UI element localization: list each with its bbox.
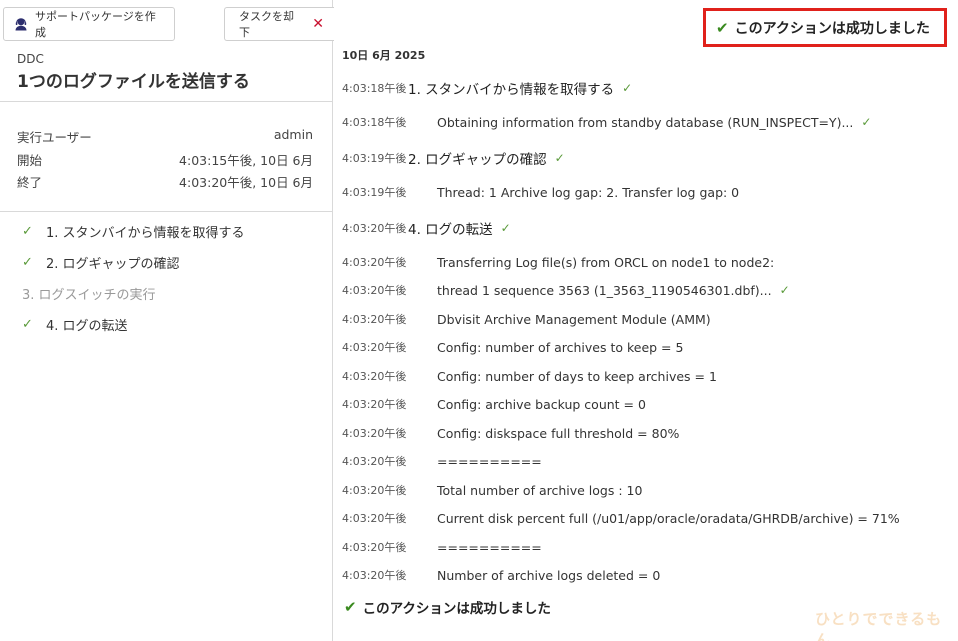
check-icon: ✓: [22, 255, 33, 270]
log-timestamp: 4:03:20午後: [342, 484, 407, 497]
log-line: 4:03:20午後 Config: archive backup count = …: [342, 396, 646, 412]
task-log-panel: ✔ このアクションは成功しました 10日 6月 2025 4:03:18午後 1.…: [334, 0, 958, 641]
log-timestamp: 4:03:20午後: [342, 427, 407, 440]
close-icon: ✕: [312, 16, 324, 32]
log-timestamp: 4:03:20午後: [342, 284, 407, 297]
meta-user-value: admin: [273, 127, 313, 142]
log-line: 4:03:20午後 Transferring Log file(s) from O…: [342, 254, 774, 270]
log-line: 4:03:20午後 Config: diskspace full threshol…: [342, 425, 679, 441]
log-timestamp: 4:03:20午後: [342, 512, 407, 525]
log-timestamp: 4:03:20午後: [342, 370, 407, 383]
log-line: 4:03:20午後 Current disk percent full (/u01…: [342, 510, 900, 526]
log-line: 4:03:20午後 ==========: [342, 453, 542, 469]
log-line: 4:03:20午後 Number of archive logs deleted …: [342, 567, 660, 583]
meta-end-value: 4:03:20午後, 10日 6月: [179, 175, 313, 190]
log-message: 2. ログギャップの確認: [408, 152, 547, 168]
log-line: 4:03:20午後 ==========: [342, 539, 542, 555]
success-banner: ✔ このアクションは成功しました: [703, 8, 947, 47]
meta-start-row: 開始 4:03:15午後, 10日 6月: [17, 150, 313, 169]
log-message: Config: number of archives to keep = 5: [437, 339, 684, 355]
log-line: 4:03:18午後 Obtaining information from stan…: [342, 114, 871, 130]
success-message: このアクションは成功しました: [362, 601, 551, 617]
log-message: ==========: [437, 453, 542, 469]
log-line: 4:03:20午後 Total number of archive logs : …: [342, 482, 642, 498]
log-timestamp: 4:03:18午後: [342, 116, 407, 129]
create-support-package-label: サポートパッケージを作成: [35, 10, 156, 39]
log-message: Total number of archive logs : 10: [437, 482, 643, 498]
meta-user-row: 実行ユーザー admin: [17, 127, 313, 146]
check-icon: ✓: [554, 151, 565, 165]
check-icon: ✓: [500, 221, 511, 235]
log-message: Thread: 1 Archive log gap: 2. Transfer l…: [437, 184, 740, 200]
step-label: 1. スタンバイから情報を取得する: [46, 226, 245, 241]
log-message: Config: diskspace full threshold = 80%: [437, 425, 680, 441]
check-icon: ✔: [716, 18, 729, 37]
step-item: ✓ 1. スタンバイから情報を取得する: [22, 222, 245, 241]
log-message: 1. スタンバイから情報を取得する: [408, 82, 615, 98]
check-icon: ✓: [22, 224, 33, 239]
log-timestamp: 4:03:20午後: [342, 398, 407, 411]
check-icon: ✓: [861, 115, 872, 129]
meta-end-label: 終了: [17, 175, 43, 190]
log-timestamp: 4:03:20午後: [342, 569, 407, 582]
success-message: このアクションは成功しました: [734, 20, 930, 37]
task-org: DDC: [17, 52, 44, 66]
check-icon: ✓: [779, 283, 790, 297]
meta-end-row: 終了 4:03:20午後, 10日 6月: [17, 172, 313, 191]
step-item: ✓ 4. ログの転送: [22, 315, 128, 334]
step-item: 3. ログスイッチの実行: [22, 284, 156, 303]
log-line: 4:03:20午後 Dbvisit Archive Management Modu…: [342, 311, 711, 327]
success-footer: ✔ このアクションは成功しました: [344, 597, 551, 617]
log-line: 4:03:20午後 thread 1 sequence 3563 (1_3563_…: [342, 282, 790, 298]
step-item: ✓ 2. ログギャップの確認: [22, 253, 180, 272]
meta-start-value: 4:03:15午後, 10日 6月: [179, 153, 313, 168]
meta-start-label: 開始: [17, 153, 43, 168]
log-timestamp: 4:03:20午後: [342, 313, 407, 326]
log-message: ==========: [437, 539, 542, 555]
log-message: Number of archive logs deleted = 0: [437, 567, 661, 583]
log-timestamp: 4:03:20午後: [342, 455, 407, 468]
log-message: Config: archive backup count = 0: [437, 396, 646, 412]
check-icon: ✔: [344, 598, 357, 616]
step-label: 3. ログスイッチの実行: [22, 288, 156, 303]
step-label: 2. ログギャップの確認: [46, 257, 180, 272]
divider: [0, 101, 333, 102]
log-step-header: 4:03:19午後 2. ログギャップの確認 ✓: [342, 148, 565, 168]
log-step-header: 4:03:18午後 1. スタンバイから情報を取得する ✓: [342, 78, 632, 98]
check-icon: ✓: [622, 81, 633, 95]
meta-user-label: 実行ユーザー: [17, 130, 92, 145]
log-line: 4:03:20午後 Config: number of archives to k…: [342, 339, 683, 355]
log-message: Dbvisit Archive Management Module (AMM): [437, 311, 711, 327]
log-message: Current disk percent full (/u01/app/orac…: [437, 510, 900, 526]
log-line: 4:03:19午後 Thread: 1 Archive log gap: 2. T…: [342, 184, 739, 200]
log-message: Config: number of days to keep archives …: [437, 368, 717, 384]
log-timestamp: 4:03:20午後: [342, 541, 407, 554]
log-timestamp: 4:03:19午後: [342, 186, 407, 199]
log-date: 10日 6月 2025: [342, 49, 426, 62]
log-step-header: 4:03:20午後 4. ログの転送 ✓: [342, 218, 511, 238]
log-message: thread 1 sequence 3563 (1_3563_119054630…: [437, 282, 772, 298]
task-title: 1つのログファイルを送信する: [17, 72, 250, 92]
create-support-package-button[interactable]: サポートパッケージを作成: [3, 7, 175, 41]
support-agent-icon: [15, 18, 27, 31]
log-line: 4:03:20午後 Config: number of days to keep …: [342, 368, 717, 384]
divider: [0, 211, 333, 212]
task-detail-panel: サポートパッケージを作成 タスクを却下 ✕ DDC 1つのログファイルを送信する…: [0, 0, 334, 641]
dismiss-task-label: タスクを却下: [239, 10, 294, 39]
log-message: Obtaining information from standby datab…: [437, 114, 854, 130]
check-icon: ✓: [22, 317, 33, 332]
log-message: 4. ログの転送: [408, 222, 493, 238]
dismiss-task-button[interactable]: タスクを却下 ✕: [224, 7, 334, 41]
log-timestamp: 4:03:20午後: [342, 341, 407, 354]
step-label: 4. ログの転送: [46, 319, 128, 334]
log-timestamp: 4:03:20午後: [342, 256, 407, 269]
watermark-logo: ひとりでできるもん: [815, 610, 943, 641]
log-message: Transferring Log file(s) from ORCL on no…: [437, 254, 775, 270]
